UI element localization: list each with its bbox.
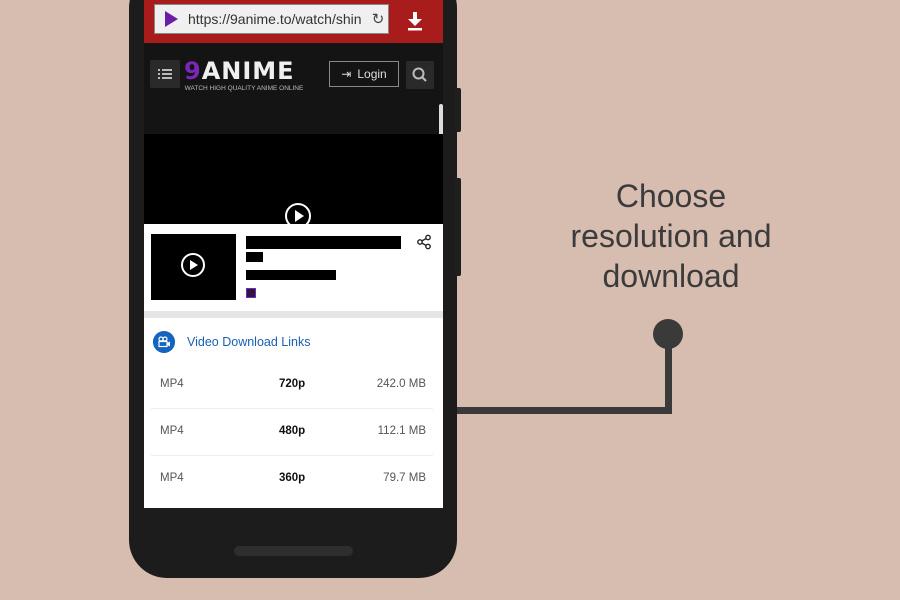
- video-info-card: [144, 224, 443, 311]
- row-format: MP4: [160, 425, 184, 437]
- row-resolution[interactable]: 720p: [279, 378, 305, 390]
- share-icon[interactable]: [416, 234, 432, 250]
- download-row-360p[interactable]: MP4 360p 79.7 MB: [151, 455, 433, 501]
- download-links-header: Video Download Links: [144, 318, 443, 366]
- menu-icon[interactable]: [150, 60, 180, 88]
- caption-line-1: Choose: [615, 178, 727, 214]
- search-icon[interactable]: [406, 61, 434, 89]
- site-favicon-icon: [165, 11, 178, 27]
- site-header: 9ANIME WATCH HIGH QUALITY ANIME ONLINE ⇥…: [144, 43, 443, 134]
- logo-wordmark: 9ANIME: [184, 57, 295, 85]
- row-size: 112.1 MB: [377, 425, 426, 437]
- download-links-title: Video Download Links: [187, 335, 311, 349]
- download-icon[interactable]: [406, 10, 424, 32]
- row-format: MP4: [160, 378, 184, 390]
- caption-line-3: download: [602, 258, 740, 294]
- url-text[interactable]: https://9anime.to/watch/shin: [188, 11, 368, 27]
- phone-speaker: [234, 546, 353, 556]
- thumbnail-play-icon[interactable]: [181, 253, 205, 277]
- phone-volume-button: [455, 88, 461, 132]
- download-row-480p[interactable]: MP4 480p 112.1 MB: [151, 408, 433, 454]
- row-size: 79.7 MB: [383, 472, 426, 484]
- logo-tagline: WATCH HIGH QUALITY ANIME ONLINE: [184, 85, 304, 92]
- row-format: MP4: [160, 472, 184, 484]
- redacted-title: [246, 236, 401, 249]
- callout-connector-horizontal: [457, 407, 672, 414]
- section-divider: [144, 311, 443, 318]
- url-bar[interactable]: https://9anime.to/watch/shin ↻: [154, 4, 389, 34]
- reload-icon[interactable]: ↻: [368, 10, 388, 28]
- callout-dot: [653, 319, 683, 349]
- channel-avatar: [246, 288, 256, 298]
- row-resolution[interactable]: 480p: [279, 425, 305, 437]
- callout-caption: Choose resolution and download: [540, 176, 802, 296]
- caption-line-2: resolution and: [570, 218, 772, 254]
- phone-screen: https://9anime.to/watch/shin ↻ 9ANIME WA…: [144, 0, 443, 508]
- callout-connector-vertical: [665, 338, 672, 414]
- row-size: 242.0 MB: [376, 378, 426, 390]
- browser-toolbar: https://9anime.to/watch/shin ↻: [144, 0, 443, 43]
- site-logo[interactable]: 9ANIME WATCH HIGH QUALITY ANIME ONLINE: [184, 57, 314, 101]
- login-label: Login: [357, 67, 387, 81]
- phone-power-button: [455, 178, 461, 276]
- download-row-720p[interactable]: MP4 720p 242.0 MB: [151, 362, 433, 408]
- redacted-subtitle: [246, 270, 336, 280]
- video-camera-icon: [153, 331, 175, 353]
- redacted-title-line2: [246, 252, 263, 262]
- login-icon: ⇥: [341, 67, 352, 81]
- video-thumbnail[interactable]: [151, 234, 236, 300]
- video-player[interactable]: [144, 134, 443, 229]
- login-button[interactable]: ⇥ Login: [329, 61, 399, 87]
- row-resolution[interactable]: 360p: [279, 472, 305, 484]
